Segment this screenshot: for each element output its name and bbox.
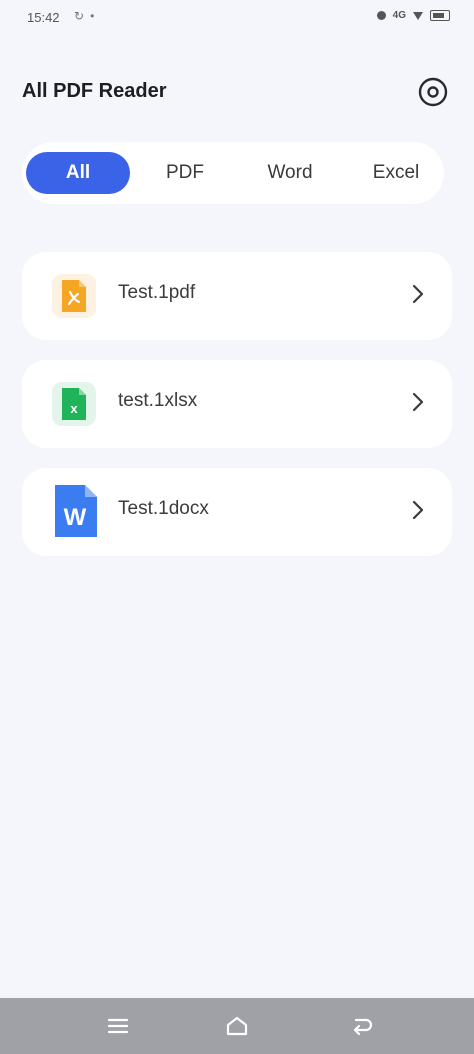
home-button[interactable]: [221, 1010, 253, 1042]
settings-button[interactable]: [416, 75, 450, 109]
filter-tab-bar: All PDF Word Excel: [22, 142, 444, 204]
excel-file-icon: x: [52, 382, 96, 426]
file-item-word[interactable]: W Test.1docx: [22, 468, 452, 556]
file-item-pdf[interactable]: Test.1pdf: [22, 252, 452, 340]
svg-text:x: x: [70, 401, 78, 416]
system-nav-bar: [0, 998, 474, 1054]
sync-icon: ↻: [74, 9, 91, 23]
signal-icon: 4G: [392, 10, 406, 21]
home-icon: [226, 1016, 248, 1036]
chevron-right-icon: [412, 392, 424, 412]
menu-button[interactable]: [102, 1010, 134, 1042]
tab-excel[interactable]: Excel: [358, 152, 434, 194]
wifi-icon: [413, 11, 423, 20]
status-time: 15:42: [27, 10, 60, 25]
status-right-icons: 4G: [376, 10, 450, 21]
chevron-right-icon: [412, 500, 424, 520]
chevron-right-icon: [412, 284, 424, 304]
status-bar: 15:42 ↻• 4G: [0, 0, 474, 36]
vibrate-icon: [376, 11, 386, 20]
tab-pdf[interactable]: PDF: [146, 152, 224, 194]
word-file-icon: W: [52, 482, 100, 540]
battery-icon: [430, 10, 450, 21]
location-icon: •: [90, 9, 101, 23]
file-name: Test.1docx: [118, 498, 209, 519]
settings-icon: [418, 77, 448, 107]
file-name: Test.1pdf: [118, 282, 196, 303]
status-left-icons: ↻•: [74, 9, 100, 23]
app-title: All PDF Reader: [22, 80, 167, 102]
menu-icon: [107, 1018, 129, 1034]
pdf-file-icon: [52, 274, 96, 318]
file-name: test.1xlsx: [118, 390, 198, 411]
tab-word[interactable]: Word: [248, 152, 332, 194]
svg-text:W: W: [64, 504, 87, 531]
file-item-excel[interactable]: x test.1xlsx: [22, 360, 452, 448]
back-icon: [353, 1018, 373, 1036]
tab-all[interactable]: All: [26, 152, 130, 194]
back-button[interactable]: [346, 1010, 378, 1042]
